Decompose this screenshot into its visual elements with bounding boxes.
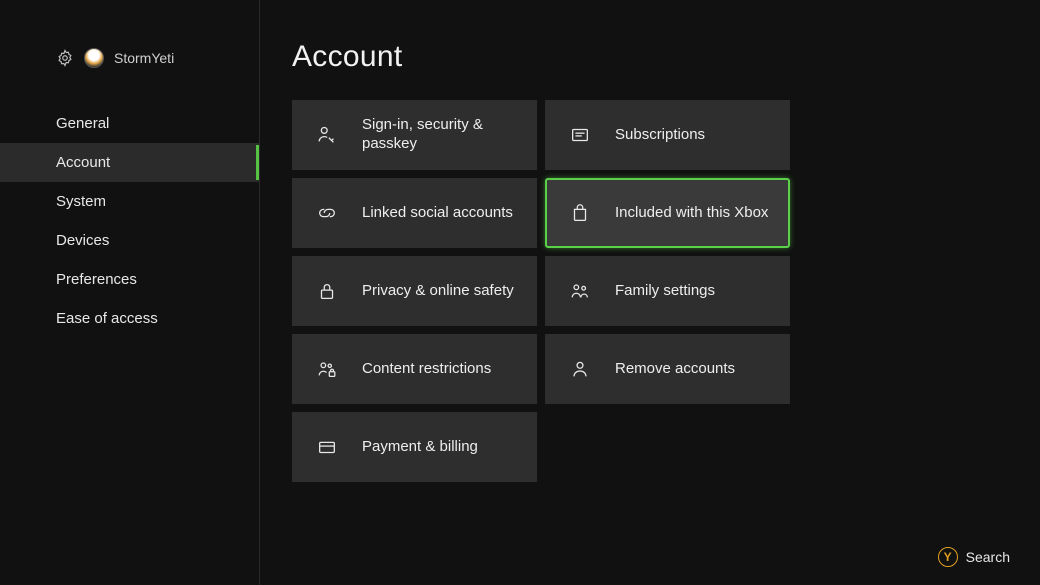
subscriptions-icon <box>569 124 591 146</box>
tile-label: Content restrictions <box>362 360 491 379</box>
tile-label: Remove accounts <box>615 360 735 379</box>
avatar <box>84 48 104 68</box>
sidebar-item-label: Devices <box>56 232 109 249</box>
sidebar-item-label: Preferences <box>56 271 137 288</box>
lock-icon <box>316 280 338 302</box>
family-lock-icon <box>316 358 338 380</box>
tile-payment-billing[interactable]: Payment & billing <box>292 412 537 482</box>
card-icon <box>316 436 338 458</box>
tile-included-with-this-xbox[interactable]: Included with this Xbox <box>545 178 790 248</box>
tile-privacy-online-safety[interactable]: Privacy & online safety <box>292 256 537 326</box>
sidebar-item-label: Ease of access <box>56 310 158 327</box>
sidebar-item-devices[interactable]: Devices <box>0 221 259 260</box>
tile-grid: Sign-in, security & passkey Subscription… <box>292 100 1040 482</box>
link-icon <box>316 202 338 224</box>
tile-label: Family settings <box>615 282 715 301</box>
nav-list: General Account System Devices Preferenc… <box>0 98 259 338</box>
tile-label: Sign-in, security & passkey <box>362 116 522 154</box>
tile-label: Payment & billing <box>362 438 478 457</box>
person-key-icon <box>316 124 338 146</box>
profile-username: StormYeti <box>114 50 174 66</box>
main-content: Account Sign-in, security & passkey Subs… <box>292 40 1040 482</box>
tile-label: Privacy & online safety <box>362 282 514 301</box>
tile-linked-social-accounts[interactable]: Linked social accounts <box>292 178 537 248</box>
sidebar: StormYeti General Account System Devices… <box>0 0 260 585</box>
sidebar-item-account[interactable]: Account <box>0 143 259 182</box>
tile-remove-accounts[interactable]: Remove accounts <box>545 334 790 404</box>
tile-family-settings[interactable]: Family settings <box>545 256 790 326</box>
gear-icon <box>56 49 74 67</box>
page-title: Account <box>292 40 1040 74</box>
sidebar-item-label: System <box>56 193 106 210</box>
tile-sign-in-security-passkey[interactable]: Sign-in, security & passkey <box>292 100 537 170</box>
sidebar-item-preferences[interactable]: Preferences <box>0 260 259 299</box>
person-icon <box>569 358 591 380</box>
sidebar-item-label: General <box>56 115 109 132</box>
footer-hint: Y Search <box>938 547 1010 567</box>
tile-label: Linked social accounts <box>362 204 513 223</box>
tile-label: Included with this Xbox <box>615 204 768 223</box>
footer-hint-label: Search <box>966 549 1010 565</box>
y-button-icon: Y <box>938 547 958 567</box>
sidebar-item-general[interactable]: General <box>0 104 259 143</box>
tile-content-restrictions[interactable]: Content restrictions <box>292 334 537 404</box>
tile-subscriptions[interactable]: Subscriptions <box>545 100 790 170</box>
sidebar-item-label: Account <box>56 154 110 171</box>
family-icon <box>569 280 591 302</box>
tile-label: Subscriptions <box>615 126 705 145</box>
bag-icon <box>569 202 591 224</box>
profile-row: StormYeti <box>0 48 259 98</box>
sidebar-item-system[interactable]: System <box>0 182 259 221</box>
sidebar-item-ease-of-access[interactable]: Ease of access <box>0 299 259 338</box>
